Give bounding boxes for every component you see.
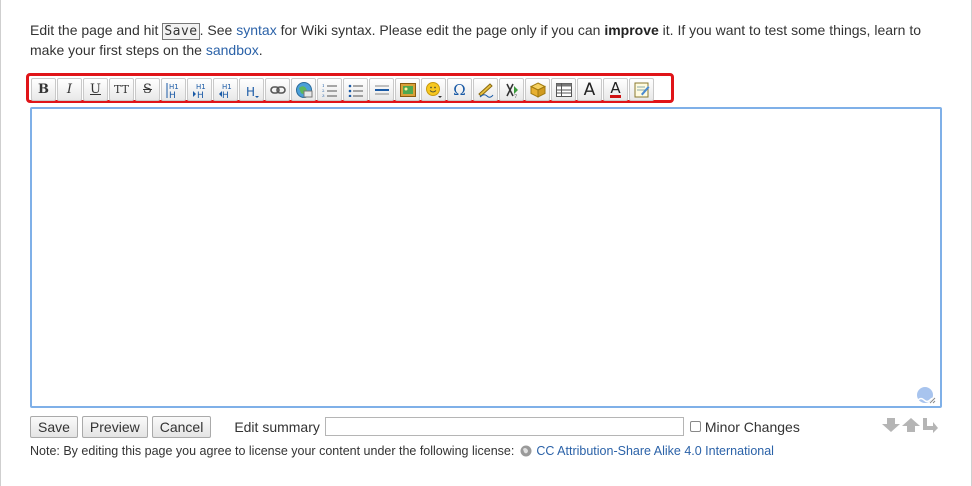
svg-text:H: H	[197, 91, 204, 99]
globe-link-icon	[295, 81, 312, 98]
font-color-button[interactable]: A	[603, 78, 628, 101]
edit-intro-text: Edit the page and hit Save. See syntax f…	[30, 21, 940, 60]
external-link-button[interactable]	[291, 78, 316, 101]
arrow-down-icon[interactable]	[881, 416, 901, 434]
italic-button[interactable]: I	[57, 78, 82, 101]
wrap-plugin-button[interactable]: 7	[499, 78, 524, 101]
italic-icon: I	[66, 82, 73, 97]
monospace-button[interactable]: TT	[109, 78, 134, 101]
cc-globe-icon	[520, 445, 532, 457]
horizontal-rule-icon	[374, 85, 389, 94]
lower-heading-button[interactable]: H1 H	[187, 78, 212, 101]
edit-note-button[interactable]	[629, 78, 654, 101]
link-icon	[269, 85, 286, 94]
higher-heading-button[interactable]: H1 H	[213, 78, 238, 101]
underline-button[interactable]: U	[83, 78, 108, 101]
ordered-list-icon: 123	[322, 83, 337, 97]
intro-text-5: .	[258, 42, 263, 58]
signature-icon	[477, 82, 493, 98]
minor-changes-label: Minor Changes	[704, 418, 800, 435]
insert-signature-button[interactable]	[473, 78, 498, 101]
font-color-icon: A	[610, 79, 621, 98]
horizontal-rule-button[interactable]	[369, 78, 394, 101]
intro-text-2: . See	[199, 22, 237, 38]
syntax-link[interactable]: syntax	[236, 22, 276, 38]
edit-controls: Save Preview Cancel Edit summary Minor C…	[30, 415, 800, 438]
heading-same-icon: H1H	[166, 82, 179, 99]
editor-toolbar: B I U TT S H1 H H1 H H1 H H 123 Ω 7 A A	[31, 78, 654, 102]
internal-link-button[interactable]	[265, 78, 290, 101]
note-icon	[634, 82, 649, 97]
font-size-button[interactable]: A	[577, 78, 602, 101]
improve-emphasis: improve	[604, 22, 659, 38]
svg-text:H1: H1	[196, 83, 206, 91]
strikethrough-button[interactable]: S	[135, 78, 160, 101]
arrow-up-icon[interactable]	[901, 416, 921, 434]
sandbox-link[interactable]: sandbox	[206, 42, 259, 58]
wiki-text-editor[interactable]	[30, 107, 942, 408]
ordered-list-button[interactable]: 123	[317, 78, 342, 101]
omega-icon: Ω	[453, 80, 466, 99]
add-image-button[interactable]	[395, 78, 420, 101]
underline-icon: U	[90, 82, 101, 97]
cancel-button[interactable]: Cancel	[151, 415, 212, 438]
license-note: Note: By editing this page you agree to …	[30, 444, 774, 458]
insert-table-button[interactable]	[551, 78, 576, 101]
edit-summary-label: Edit summary	[234, 418, 320, 435]
svg-text:H: H	[169, 91, 176, 99]
svg-text:3: 3	[322, 93, 325, 97]
plugin-box-button[interactable]	[525, 78, 550, 101]
svg-text:H: H	[246, 85, 255, 99]
svg-text:H: H	[222, 91, 229, 99]
intro-text-1: Edit the page and hit	[30, 22, 163, 38]
smileys-button[interactable]	[421, 78, 446, 101]
box-icon	[529, 81, 546, 98]
save-key-hint: Save	[162, 23, 200, 40]
heading-higher-icon: H1H	[218, 83, 232, 99]
license-link[interactable]: CC Attribution-Share Alike 4.0 Internati…	[536, 444, 774, 458]
bold-button[interactable]: B	[31, 78, 56, 101]
svg-text:H1: H1	[169, 83, 179, 91]
svg-text:H1: H1	[222, 83, 232, 91]
same-level-heading-button[interactable]: H1 H	[161, 78, 186, 101]
font-size-icon: A	[583, 79, 596, 100]
unordered-list-button[interactable]	[343, 78, 368, 101]
intro-text-3: for Wiki syntax. Please edit the page on…	[276, 22, 605, 38]
edit-summary-input[interactable]	[324, 417, 684, 436]
select-heading-button[interactable]: H	[239, 78, 264, 101]
monospace-icon: TT	[114, 83, 129, 96]
unordered-list-icon	[348, 84, 363, 97]
save-button[interactable]: Save	[30, 415, 78, 438]
image-icon	[399, 82, 416, 97]
smiley-icon	[425, 81, 442, 98]
editor-size-controls	[881, 416, 939, 434]
bold-icon: B	[38, 82, 49, 97]
frame-border-left	[0, 0, 1, 486]
wrap-icon: 7	[505, 83, 518, 98]
preview-button[interactable]: Preview	[81, 415, 148, 438]
table-icon	[555, 82, 572, 97]
special-chars-button[interactable]: Ω	[447, 78, 472, 101]
minor-changes-checkbox[interactable]	[689, 421, 701, 432]
license-note-text: Note: By editing this page you agree to …	[30, 444, 515, 458]
heading-lower-icon: H1H	[192, 83, 206, 99]
heading-select-icon: H	[246, 85, 259, 99]
resize-grip-icon[interactable]	[916, 386, 936, 404]
return-arrow-icon[interactable]	[921, 416, 939, 434]
strikethrough-icon: S	[143, 82, 152, 97]
svg-text:7: 7	[514, 94, 517, 98]
